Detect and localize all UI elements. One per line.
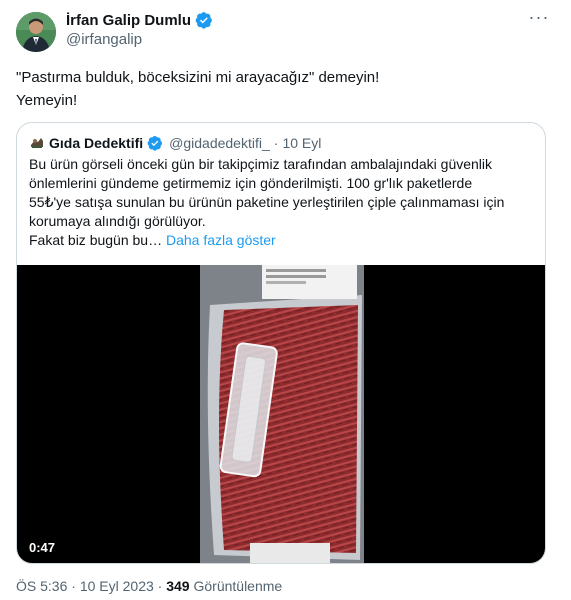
- tweet-card: İrfan Galip Dumlu @irfangalip ··· "Pastı…: [0, 0, 571, 600]
- quoted-text-line: Fakat biz bugün bu… Daha fazla göster: [29, 231, 539, 250]
- quoted-date[interactable]: 10 Eyl: [282, 135, 321, 151]
- quoted-tweet-header: Gıda Dedektifi @gidadedektifi_ · 10 Eyl: [29, 135, 321, 151]
- tweet-time[interactable]: ÖS 5:36: [16, 578, 67, 594]
- quoted-text-line: 55₺'ye satışa sunulan bu ürünün paketine…: [29, 194, 505, 210]
- quoted-text-line: Bu ürün görseli önceki gün bir takipçimi…: [29, 156, 493, 172]
- author-display-name[interactable]: İrfan Galip Dumlu: [66, 12, 191, 29]
- tweet-text: "Pastırma bulduk, böceksizini mi arayaca…: [16, 66, 536, 112]
- tweet-meta: ÖS 5:36 · 10 Eyl 2023 · 349 Görüntülenme: [16, 578, 282, 594]
- tweet-date[interactable]: 10 Eyl 2023: [80, 578, 154, 594]
- quoted-handle[interactable]: @gidadedektifi_: [169, 135, 270, 151]
- video-duration: 0:47: [29, 540, 56, 555]
- video-player[interactable]: 0:47: [17, 265, 545, 563]
- quoted-text-line: önlemlerini gündeme getirmemiz için gönd…: [29, 175, 473, 191]
- views-label: Görüntülenme: [193, 578, 283, 594]
- views-count: 349: [166, 578, 190, 594]
- author-avatar[interactable]: [16, 12, 56, 52]
- quoted-tweet[interactable]: Gıda Dedektifi @gidadedektifi_ · 10 Eyl …: [16, 122, 546, 564]
- separator-dot: ·: [273, 135, 279, 151]
- more-options-icon[interactable]: ···: [524, 8, 554, 32]
- video-thumbnail: [200, 265, 364, 563]
- separator-dot: ·: [71, 578, 76, 594]
- quoted-author-avatar[interactable]: [29, 135, 45, 151]
- author-handle[interactable]: @irfangalip: [66, 31, 142, 48]
- quoted-text-truncated: Fakat biz bugün bu…: [29, 232, 163, 248]
- tweet-text-line: "Pastırma bulduk, böceksizini mi arayaca…: [16, 69, 380, 86]
- quoted-display-name[interactable]: Gıda Dedektifi: [49, 135, 143, 151]
- show-more-link[interactable]: Daha fazla göster: [166, 232, 276, 248]
- quoted-text-line: korumaya alındığı görülüyor.: [29, 213, 206, 229]
- verified-badge-icon: [195, 11, 213, 29]
- tweet-text-line: Yemeyin!: [16, 92, 78, 109]
- verified-badge-icon: [147, 135, 163, 151]
- separator-dot: ·: [157, 578, 163, 594]
- author-name-row: İrfan Galip Dumlu: [66, 11, 213, 29]
- quoted-tweet-text: Bu ürün görseli önceki gün bir takipçimi…: [29, 155, 539, 250]
